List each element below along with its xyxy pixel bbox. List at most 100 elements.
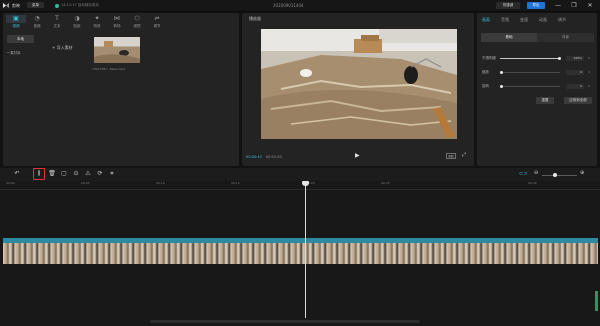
- player-title: 播放器: [249, 16, 261, 21]
- zoom-slider[interactable]: [542, 175, 577, 176]
- tool-video-label: 视频: [12, 24, 20, 28]
- play-icon: ▶: [355, 152, 360, 159]
- video-frame-image: [261, 29, 457, 139]
- ruler-label: 00:05: [81, 181, 90, 185]
- apply-to-all-button[interactable]: 应用到全部: [564, 97, 592, 104]
- rotate-label: 旋转: [482, 84, 489, 88]
- fullscreen-icon[interactable]: ⤢: [462, 152, 466, 158]
- menu-button[interactable]: 菜单: [27, 2, 44, 8]
- undo-icon[interactable]: ↶: [13, 170, 21, 178]
- adjust-icon: ⇌: [154, 15, 160, 22]
- tab-picture[interactable]: 画面: [482, 17, 490, 23]
- close-icon[interactable]: ✕: [585, 1, 595, 10]
- tool-adjust-label: 调节: [153, 24, 161, 28]
- rotate-icon[interactable]: ⟳: [96, 170, 104, 178]
- thumbnail-image: [94, 37, 140, 63]
- segment-basic[interactable]: 基础: [481, 33, 537, 42]
- tool-transition-label: 转场: [113, 24, 121, 28]
- media-panel: [3, 13, 239, 166]
- timeline-ruler[interactable]: [0, 181, 600, 190]
- media-clip-name: c7bb77ffc...5abe.mp4: [92, 67, 125, 71]
- rotate-slider-knob[interactable]: [500, 85, 503, 88]
- tool-audio-label: 音频: [33, 24, 41, 28]
- tab-animation[interactable]: 动画: [539, 17, 547, 23]
- zoom-in-icon[interactable]: ⊕: [580, 170, 584, 176]
- aspect-ratio-button[interactable]: 原始: [446, 153, 456, 159]
- delete-icon[interactable]: 🗑: [48, 170, 56, 178]
- video-preview[interactable]: [261, 29, 457, 139]
- tool-filter-label: 滤镜: [133, 24, 141, 28]
- tool-sticker[interactable]: ◑ 贴纸: [67, 15, 87, 32]
- zoom-out-icon[interactable]: ⊖: [534, 170, 538, 176]
- freeze-frame-icon[interactable]: ▢: [60, 170, 68, 178]
- ruler-label: 00:00: [6, 181, 15, 185]
- autosave-status-icon: [55, 4, 59, 8]
- scale-slider-knob[interactable]: [500, 71, 503, 74]
- text-icon: T: [55, 15, 59, 22]
- scale-stepper[interactable]: ⇕: [586, 70, 592, 75]
- app-name: 剪映: [12, 3, 20, 8]
- play-button[interactable]: ▶: [355, 152, 360, 159]
- video-clip-filmstrip[interactable]: [3, 243, 598, 264]
- rotate-value[interactable]: 0: [566, 84, 584, 89]
- audio-icon: ◔: [34, 15, 40, 22]
- tool-text[interactable]: T 文本: [47, 15, 67, 32]
- maximize-icon[interactable]: ❐: [569, 1, 579, 10]
- media-thumbnail[interactable]: [94, 37, 140, 63]
- sidebar-item-local[interactable]: 本地: [7, 35, 34, 43]
- plus-icon: +: [52, 45, 56, 50]
- tool-sticker-label: 贴纸: [73, 24, 81, 28]
- segment-background[interactable]: 背景: [537, 33, 594, 42]
- scale-slider[interactable]: [500, 72, 560, 73]
- rotate-stepper[interactable]: ⇕: [586, 84, 592, 89]
- tool-audio[interactable]: ◔ 音频: [27, 15, 47, 32]
- rotate-slider[interactable]: [500, 86, 560, 87]
- player-total-time: 00:01:20: [266, 155, 282, 159]
- timeline-edge-marker: [595, 291, 598, 311]
- zoom-slider-knob[interactable]: [553, 173, 557, 177]
- ruler-label: 00:30: [528, 181, 537, 185]
- tool-filter[interactable]: ⬡ 滤镜: [127, 15, 147, 32]
- tool-adjust[interactable]: ⇌ 调节: [147, 15, 167, 32]
- opacity-slider-fill: [500, 58, 560, 59]
- shortcut-button[interactable]: 快捷键: [496, 2, 520, 9]
- minimize-icon[interactable]: —: [553, 1, 563, 10]
- ruler-label: 00:10: [156, 181, 165, 185]
- tab-audio[interactable]: 音频: [501, 17, 509, 23]
- tool-transition[interactable]: ⋈ 转场: [107, 15, 127, 32]
- playhead-line[interactable]: [305, 184, 306, 318]
- scale-value[interactable]: 0: [566, 70, 584, 75]
- opacity-stepper[interactable]: ⇕: [586, 56, 592, 61]
- sidebar-item-material-library[interactable]: • 素材库: [7, 51, 21, 56]
- video-icon: ▣: [6, 15, 26, 23]
- effects-icon: ✦: [94, 15, 100, 22]
- opacity-label: 不透明度: [482, 56, 496, 60]
- opacity-slider-knob[interactable]: [558, 57, 561, 60]
- tab-adjust[interactable]: 调节: [558, 17, 566, 23]
- ruler-label: 00:25: [381, 181, 390, 185]
- ruler-label: 00:15: [231, 181, 240, 185]
- snap-magnet-icon[interactable]: ⊂⊃: [519, 171, 527, 177]
- tool-text-label: 文本: [53, 24, 61, 28]
- tool-effects-label: 特效: [93, 24, 101, 28]
- tab-speed[interactable]: 变速: [520, 17, 528, 23]
- autosave-status: 14:12:17 自动保存成功: [61, 3, 99, 7]
- reset-button[interactable]: 重置: [536, 97, 554, 104]
- import-button[interactable]: + 导入素材: [52, 45, 73, 51]
- app-logo-icon: [2, 2, 10, 9]
- crop-icon[interactable]: ⌗: [108, 170, 116, 178]
- opacity-slider[interactable]: [500, 58, 560, 59]
- mirror-icon[interactable]: ⚠: [84, 170, 92, 178]
- tool-effects[interactable]: ✦ 特效: [87, 15, 107, 32]
- reverse-icon[interactable]: ⊙: [72, 170, 80, 178]
- player-current-time: 00:00:40: [246, 155, 262, 159]
- timeline-scrollbar[interactable]: [150, 320, 420, 323]
- export-button[interactable]: 导出: [527, 2, 545, 9]
- filter-icon: ⬡: [134, 15, 140, 22]
- split-icon[interactable]: ⫼: [35, 170, 43, 178]
- sticker-icon: ◑: [74, 15, 80, 22]
- opacity-value[interactable]: 100%: [566, 56, 584, 61]
- tool-video[interactable]: ▣ 视频: [6, 15, 26, 32]
- scale-label: 缩放: [482, 70, 489, 74]
- playhead-handle[interactable]: [302, 181, 309, 186]
